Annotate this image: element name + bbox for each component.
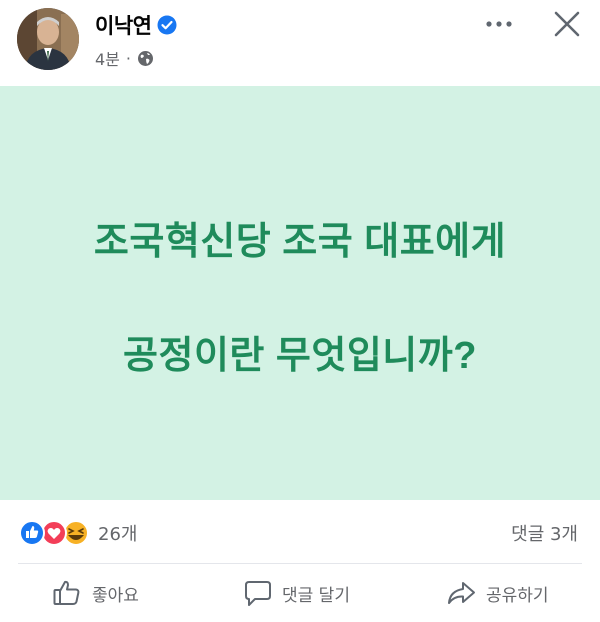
haha-icon — [63, 520, 89, 546]
thumbs-up-icon — [53, 580, 80, 605]
post-text-line: 공정이란 무엇입니까? — [123, 335, 477, 377]
share-button[interactable]: 공유하기 — [446, 576, 549, 610]
reaction-icons[interactable] — [18, 519, 98, 547]
share-icon — [448, 582, 475, 604]
globe-icon[interactable] — [137, 50, 154, 67]
post-text-line: 조국혁신당 조국 대표에게 — [93, 221, 507, 263]
share-label: 공유하기 — [486, 585, 549, 606]
author-name[interactable]: 이낙연 — [95, 10, 152, 40]
like-label: 좋아요 — [92, 585, 139, 606]
comment-icon — [245, 581, 271, 606]
author-row: 이낙연 — [95, 10, 177, 40]
comment-label: 댓글 달기 — [282, 585, 350, 606]
avatar[interactable] — [17, 8, 79, 70]
action-bar: 좋아요 댓글 달기 공유하기 — [0, 564, 600, 622]
meta-separator: · — [125, 48, 131, 68]
reaction-count[interactable]: 26개 — [98, 520, 137, 546]
close-icon[interactable] — [551, 8, 583, 40]
verified-badge-icon — [157, 15, 177, 35]
post-time[interactable]: 4분 — [95, 46, 120, 70]
like-button[interactable]: 좋아요 — [52, 576, 139, 610]
reactions-bar: 26개 댓글 3개 — [0, 500, 600, 564]
post-content[interactable]: 조국혁신당 조국 대표에게 공정이란 무엇입니까? — [0, 86, 600, 500]
post-meta: 4분 · — [95, 46, 154, 70]
post-header: 이낙연 4분 · — [0, 0, 600, 84]
comment-button[interactable]: 댓글 달기 — [244, 576, 350, 610]
love-icon — [41, 520, 67, 546]
more-options-icon[interactable] — [482, 12, 516, 36]
like-icon — [19, 520, 45, 546]
comment-count[interactable]: 댓글 3개 — [511, 520, 578, 546]
